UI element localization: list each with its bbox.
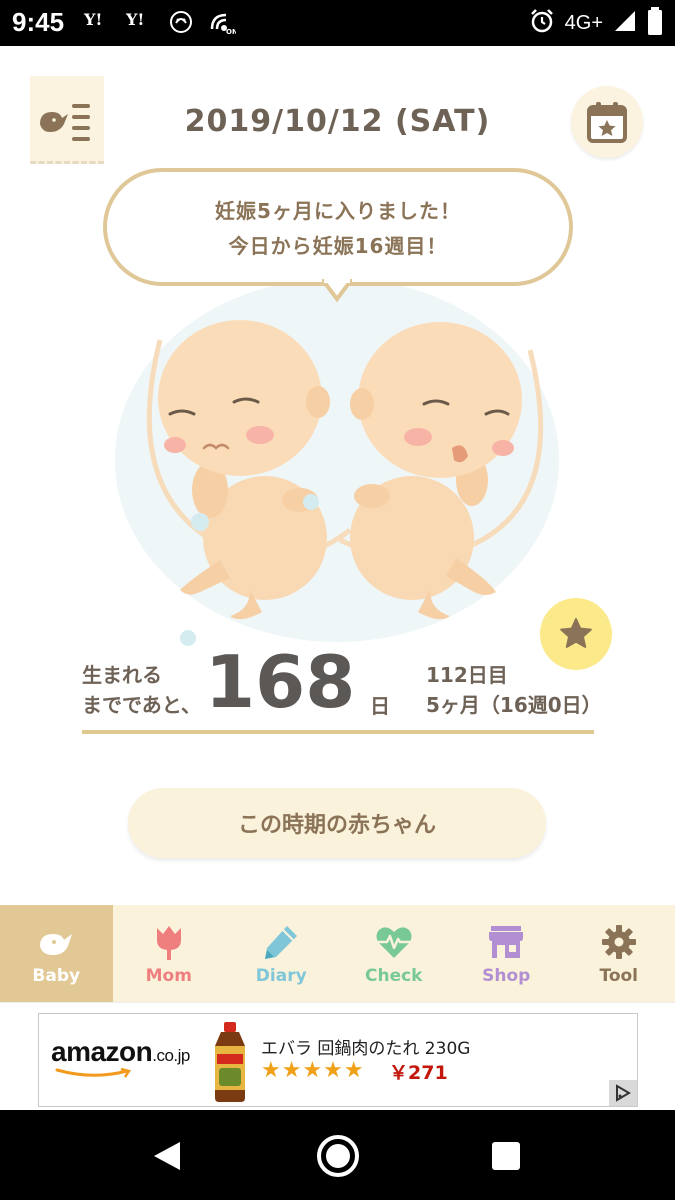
heartbeat-icon: [376, 926, 412, 958]
bird-icon: [40, 933, 73, 955]
adchoices-icon[interactable]: [609, 1080, 637, 1106]
tab-tool-label: Tool: [599, 965, 639, 986]
battery-icon: [647, 7, 663, 39]
recents-icon[interactable]: [492, 1142, 520, 1170]
countdown-label-line2: までであと、: [82, 693, 201, 717]
favorite-star-button[interactable]: [540, 598, 612, 670]
amazon-logo: amazon.co.jp: [51, 1036, 190, 1078]
amazon-ad[interactable]: amazon.co.jp エバラ 回鍋肉のたれ 230G ★★★★★ ￥271: [38, 1013, 638, 1107]
tab-mom[interactable]: Mom: [113, 905, 226, 1002]
menu-button[interactable]: [30, 76, 104, 164]
countdown-label: 生まれる までであと、: [82, 660, 201, 720]
system-nav-bar: [0, 1110, 675, 1200]
tab-baby-label: Baby: [32, 965, 81, 986]
calendar-star-icon: [587, 102, 627, 143]
nfc-icon: ON: [208, 9, 238, 39]
amazon-smile-icon: [55, 1068, 132, 1078]
tab-check[interactable]: Check: [338, 905, 451, 1002]
tab-tool[interactable]: Tool: [563, 905, 675, 1002]
bird-list-icon: [40, 104, 90, 141]
tab-shop-label: Shop: [482, 965, 531, 986]
tab-baby[interactable]: Baby: [0, 905, 113, 1002]
baby-this-period-button[interactable]: この時期の赤ちゃん: [128, 788, 546, 858]
tab-diary-label: Diary: [255, 965, 307, 986]
tulip-icon: [156, 925, 181, 960]
store-icon: [489, 925, 524, 958]
gear-icon: [601, 924, 636, 959]
notification-icon: [168, 9, 194, 39]
star-icon: [560, 618, 592, 648]
ad-price: ￥271: [389, 1062, 448, 1084]
countdown-label-line1: 生まれる: [82, 663, 162, 687]
days-left-number: 168: [205, 640, 356, 724]
home-icon[interactable]: [316, 1134, 360, 1178]
signal-icon: [613, 9, 637, 37]
network-type: 4G+: [564, 11, 603, 34]
back-icon[interactable]: [152, 1140, 182, 1172]
status-time: 9:45: [12, 7, 65, 37]
days-unit: 日: [370, 694, 390, 718]
bubble-tail: [322, 279, 352, 303]
amazon-brand-suffix: .co.jp: [152, 1046, 190, 1065]
tab-diary[interactable]: Diary: [225, 905, 338, 1002]
twin-fetus-illustration: [115, 280, 559, 646]
sauce-bottle-image: [215, 1022, 245, 1102]
tab-mom-label: Mom: [145, 965, 192, 986]
svg-text:ON: ON: [226, 28, 236, 35]
ad-product-name: エバラ 回鍋肉のたれ 230G: [261, 1039, 471, 1059]
tab-shop[interactable]: Shop: [450, 905, 563, 1002]
milestone-message: 妊娠5ヶ月に入りました！: [215, 199, 461, 223]
tab-check-label: Check: [365, 965, 423, 986]
amazon-brand: amazon: [51, 1036, 153, 1067]
ad-banner-area: amazon.co.jp エバラ 回鍋肉のたれ 230G ★★★★★ ￥271: [0, 1002, 675, 1110]
pencil-icon: [265, 925, 298, 959]
milestone-week-message: 今日から妊娠16週目！: [228, 234, 448, 258]
milestone-bubble: 妊娠5ヶ月に入りました！ 今日から妊娠16週目！: [103, 168, 573, 286]
bottom-tab-bar: Baby Mom Diary Check Shop Tool: [0, 905, 675, 1002]
status-bar: 9:45 Y! Y! ON 4G+: [0, 0, 675, 46]
yahoo-notification-icon: Y!: [126, 10, 145, 29]
alarm-icon: [529, 8, 555, 38]
calendar-button[interactable]: [571, 86, 643, 158]
countdown-divider: [82, 730, 594, 734]
ad-rating-stars: ★★★★★: [261, 1058, 365, 1083]
pregnancy-gestation: 5ヶ月（16週0日）: [426, 693, 602, 717]
yahoo-notification-icon: Y!: [84, 10, 103, 29]
page-date: 2019/10/12 (SAT): [184, 104, 491, 139]
